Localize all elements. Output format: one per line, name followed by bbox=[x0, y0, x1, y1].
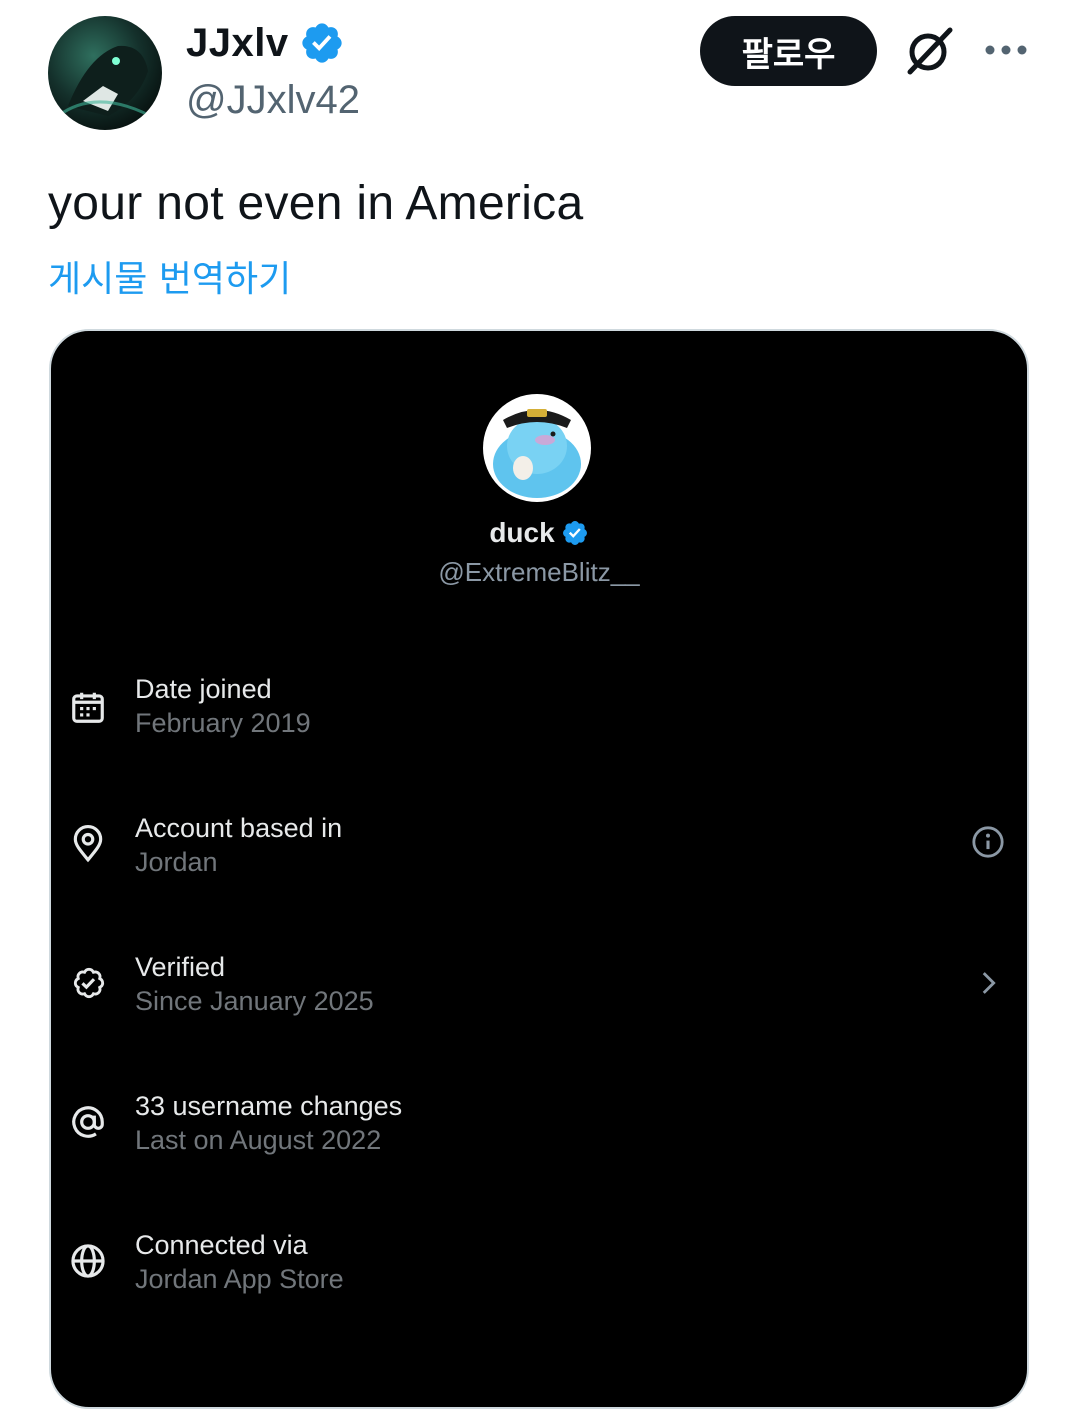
post-text: your not even in America bbox=[48, 177, 584, 230]
calendar-icon bbox=[72, 692, 104, 723]
info-row-title: Date joined bbox=[135, 674, 272, 704]
info-row-username-changes: 33 username changes Last on August 2022 bbox=[51, 1091, 1027, 1181]
info-row-date-joined: Date joined February 2019 bbox=[51, 674, 1027, 764]
author-name-row[interactable]: JJxlv bbox=[186, 20, 345, 66]
info-row-subtitle: February 2019 bbox=[135, 708, 311, 738]
info-row-title: Connected via bbox=[135, 1230, 308, 1260]
info-row-verified[interactable]: Verified Since January 2025 bbox=[51, 952, 1027, 1042]
post-media-image[interactable]: duck @ExtremeBlitz__ Date joined Februar… bbox=[49, 329, 1029, 1409]
info-row-title: Verified bbox=[135, 952, 226, 982]
at-sign-icon bbox=[72, 1106, 104, 1138]
translate-post-link[interactable]: 게시물 번역하기 bbox=[48, 250, 291, 302]
profile-name-row: duck bbox=[51, 517, 1027, 549]
location-pin-icon bbox=[73, 825, 103, 863]
chevron-right-icon[interactable] bbox=[971, 966, 1005, 1000]
grok-icon[interactable] bbox=[902, 24, 956, 78]
info-row-title: Account based in bbox=[135, 813, 343, 843]
verified-badge-icon bbox=[562, 521, 587, 545]
verified-badge-icon bbox=[301, 23, 342, 63]
info-row-subtitle: Jordan App Store bbox=[135, 1264, 344, 1294]
verified-badge-outline-icon bbox=[73, 967, 105, 999]
author-avatar[interactable] bbox=[48, 16, 162, 130]
info-row-account-based-in: Account based in Jordan bbox=[51, 813, 1027, 903]
more-options-icon[interactable] bbox=[984, 38, 1028, 62]
info-row-subtitle: Last on August 2022 bbox=[135, 1125, 382, 1155]
info-row-subtitle: Since January 2025 bbox=[135, 986, 374, 1016]
info-row-title: 33 username changes bbox=[135, 1091, 403, 1121]
follow-button[interactable]: 팔로우 bbox=[700, 16, 877, 86]
info-row-subtitle: Jordan bbox=[135, 847, 218, 877]
info-icon[interactable] bbox=[971, 825, 1005, 859]
profile-avatar bbox=[483, 394, 591, 502]
author-name[interactable]: JJxlv bbox=[186, 21, 289, 66]
globe-icon bbox=[71, 1244, 105, 1278]
profile-name: duck bbox=[489, 517, 555, 548]
profile-handle: @ExtremeBlitz__ bbox=[438, 557, 640, 587]
author-handle[interactable]: @JJxlv42 bbox=[186, 78, 360, 123]
info-row-connected-via: Connected via Jordan App Store bbox=[51, 1230, 1027, 1320]
